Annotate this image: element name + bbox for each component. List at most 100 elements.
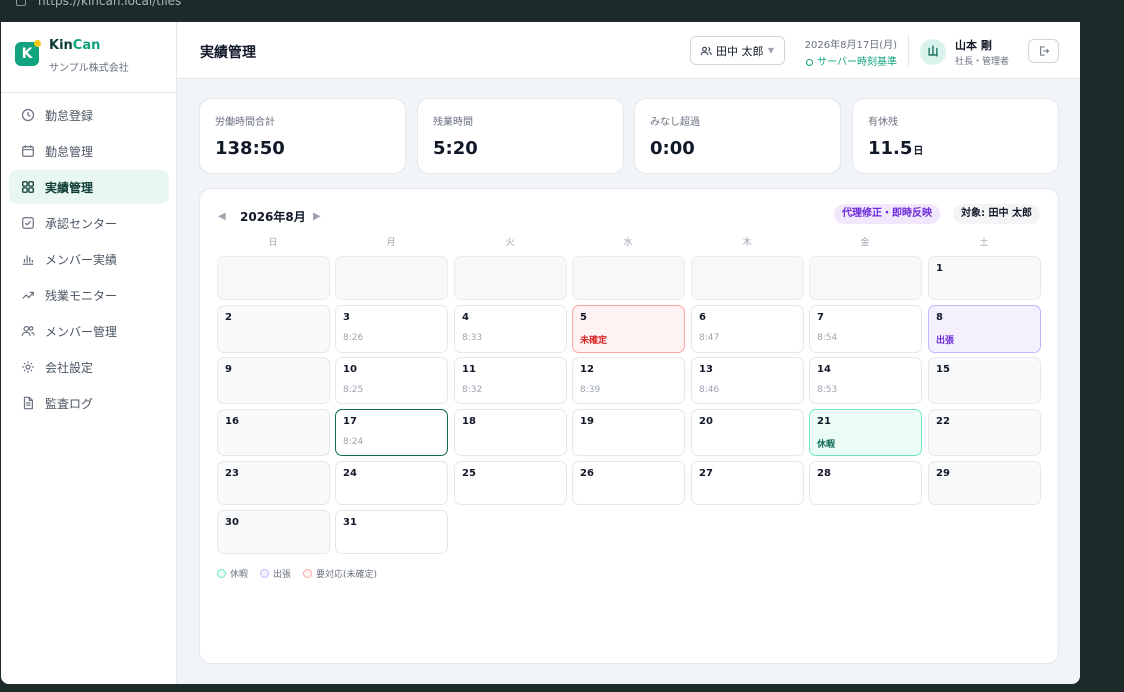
day-number: 14 (817, 364, 831, 375)
calendar-day-29[interactable]: 29 (928, 461, 1041, 505)
browser-url-bar[interactable]: https://kincan.local/tiles (0, 0, 1124, 22)
sidebar-item-audit-log[interactable]: 監査ログ (9, 386, 169, 420)
sidebar-item-label: 勤怠管理 (45, 144, 94, 159)
weekday-header: 水 (623, 238, 633, 248)
calendar-day-27[interactable]: 27 (691, 461, 804, 505)
day-number: 4 (462, 312, 469, 323)
logout-button[interactable] (1028, 39, 1059, 63)
calendar-day-23[interactable]: 23 (217, 461, 330, 505)
calendar-day-1[interactable]: 1 (928, 256, 1041, 300)
next-month-button[interactable]: ▶ (313, 211, 321, 222)
day-number: 31 (343, 517, 357, 528)
calendar-empty-cell (691, 256, 804, 300)
day-number: 29 (936, 468, 950, 479)
sidebar-item-attendance-management[interactable]: 勤怠管理 (9, 134, 169, 168)
day-number: 9 (225, 364, 232, 375)
stat-label: みなし超過 (650, 117, 700, 128)
calendar-day-22[interactable]: 22 (928, 409, 1041, 456)
sidebar-item-member-management[interactable]: メンバー管理 (9, 314, 169, 348)
stat-card-deemed-excess: みなし超過 0:00 (634, 98, 841, 174)
day-worked-hours: 8:53 (817, 385, 838, 395)
kincan-logo-icon: K (15, 40, 41, 66)
target-user-value: 田中 太郎 (716, 44, 764, 58)
sidebar-item-attendance-entry[interactable]: 勤怠登録 (9, 98, 169, 132)
day-number: 6 (699, 312, 706, 323)
current-date: 2026年8月17日(月) (804, 40, 897, 51)
calendar-day-30[interactable]: 30 (217, 510, 330, 554)
sidebar-item-member-performance[interactable]: メンバー実績 (9, 242, 169, 276)
calendar-day-19[interactable]: 19 (572, 409, 685, 456)
day-worked-hours: 8:26 (343, 333, 364, 343)
day-status: 休暇 (817, 440, 836, 450)
weekday-header: 金 (860, 238, 870, 248)
day-number: 27 (699, 468, 713, 479)
day-number: 22 (936, 416, 950, 427)
calendar-day-18[interactable]: 18 (454, 409, 567, 456)
calendar-day-14[interactable]: 14 8:53 (809, 357, 922, 404)
sidebar-item-approval-center[interactable]: 承認センター (9, 206, 169, 240)
url-text[interactable]: https://kincan.local/tiles (38, 0, 181, 8)
stat-value: 138:50 (215, 138, 285, 159)
sidebar-item-overtime-monitor[interactable]: 残業モニター (9, 278, 169, 312)
chevron-down-icon: ▼ (767, 46, 774, 55)
calendar-day-7[interactable]: 7 8:54 (809, 305, 922, 353)
day-number: 5 (580, 312, 587, 323)
calendar-day-8[interactable]: 8 出張 (928, 305, 1041, 353)
calendar-day-26[interactable]: 26 (572, 461, 685, 505)
day-worked-hours: 8:39 (580, 385, 601, 395)
weekday-header: 木 (742, 238, 752, 248)
document-icon (21, 396, 35, 410)
calendar-day-9[interactable]: 9 (217, 357, 330, 404)
calendar-day-25[interactable]: 25 (454, 461, 567, 505)
calendar-legend: 休暇 出張 要対応(未確定) (217, 567, 389, 580)
day-number: 28 (817, 468, 831, 479)
calendar-empty-cell (335, 256, 448, 300)
stat-card-paid-leave: 有休残 11.5日 (852, 98, 1059, 174)
calendar-day-17[interactable]: 17 8:24 (335, 409, 448, 456)
legend-item-unconfirmed: 要対応(未確定) (303, 567, 377, 580)
calendar-day-11[interactable]: 11 8:32 (454, 357, 567, 404)
calendar-day-12[interactable]: 12 8:39 (572, 357, 685, 404)
stat-card-total-hours: 労働時間合計 138:50 (199, 98, 406, 174)
calendar-day-2[interactable]: 2 (217, 305, 330, 353)
server-basis: サーバー時刻基準 (795, 53, 897, 68)
target-user-select[interactable]: 田中 太郎 ▼ (690, 36, 785, 65)
target-user-badge: 対象: 田中 太郎 (953, 204, 1040, 224)
day-worked-hours: 8:47 (699, 333, 720, 343)
calendar-day-28[interactable]: 28 (809, 461, 922, 505)
calendar-day-6[interactable]: 6 8:47 (691, 305, 804, 353)
calendar-month-label: 2026年8月 (240, 210, 306, 224)
calendar-day-4[interactable]: 4 8:33 (454, 305, 567, 353)
day-number: 19 (580, 416, 594, 427)
sidebar-item-label: 承認センター (45, 216, 118, 231)
day-number: 21 (817, 416, 831, 427)
sidebar-item-label: 実績管理 (45, 180, 94, 195)
day-number: 30 (225, 517, 239, 528)
calendar-day-20[interactable]: 20 (691, 409, 804, 456)
stat-value: 0:00 (650, 138, 695, 159)
sidebar-item-company-settings[interactable]: 会社設定 (9, 350, 169, 384)
day-worked-hours: 8:25 (343, 385, 364, 395)
stat-label: 労働時間合計 (215, 117, 275, 128)
calendar-day-21[interactable]: 21 休暇 (809, 409, 922, 456)
calendar-day-5[interactable]: 5 未確定 (572, 305, 685, 353)
prev-month-button[interactable]: ◀ (218, 211, 226, 222)
calendar-day-10[interactable]: 10 8:25 (335, 357, 448, 404)
calendar-day-13[interactable]: 13 8:46 (691, 357, 804, 404)
users-icon (700, 46, 712, 55)
users-icon (21, 324, 35, 338)
sidebar-nav: 勤怠登録 勤怠管理 実績管理 承認センター メンバー実績 残業モニター メンバー… (9, 98, 169, 422)
sidebar-item-performance-management[interactable]: 実績管理 (9, 170, 169, 204)
day-number: 2 (225, 312, 232, 323)
avatar[interactable]: 山 (920, 39, 946, 65)
stat-value: 11.5日 (868, 138, 924, 159)
calendar-day-3[interactable]: 3 8:26 (335, 305, 448, 353)
calendar-day-15[interactable]: 15 (928, 357, 1041, 404)
weekday-header: 月 (386, 238, 396, 248)
day-number: 20 (699, 416, 713, 427)
calendar-day-16[interactable]: 16 (217, 409, 330, 456)
calendar-day-24[interactable]: 24 (335, 461, 448, 505)
current-user-name: 山本 剛 (955, 39, 992, 52)
calendar-day-31[interactable]: 31 (335, 510, 448, 554)
sidebar-divider (1, 92, 177, 93)
